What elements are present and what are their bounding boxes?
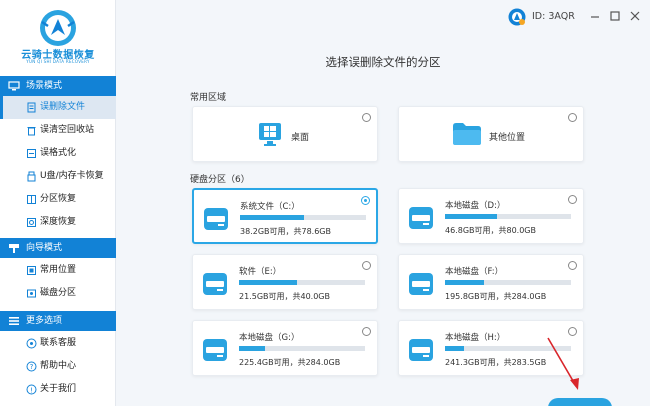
hard-drive-icon [203, 339, 227, 361]
radio-drive-e[interactable] [362, 261, 371, 270]
logo-subtitle: YUN QI SHI DATA RECOVERY [26, 59, 90, 64]
headset-icon [26, 338, 37, 349]
partition-icon [27, 195, 36, 204]
section-scene-mode: 场景模式 [0, 76, 116, 96]
nav-deleted-files[interactable]: 误删除文件 [0, 96, 116, 119]
location-card-other[interactable]: 其他位置 [398, 106, 584, 162]
user-avatar-icon [508, 8, 526, 26]
radio-drive-c[interactable] [361, 196, 370, 205]
disk-section-label: 硬盘分区（6） [190, 175, 250, 185]
folder-icon [453, 123, 481, 145]
drive-name: 本地磁盘（H:） [445, 333, 506, 343]
info-icon: ! [26, 384, 37, 395]
sidebar: 云骑士数据恢复 YUN QI SHI DATA RECOVERY 场景模式 误删… [0, 0, 116, 406]
drive-card-c[interactable]: 系统文件（C:） 38.2GB可用，共78.6GB [192, 188, 378, 244]
file-icon [27, 102, 36, 113]
svg-text:!: ! [30, 386, 33, 394]
format-icon [27, 149, 36, 158]
usage-fill [240, 215, 305, 220]
hard-drive-icon [409, 339, 433, 361]
location-label-other: 其他位置 [489, 133, 526, 143]
usage-bar [445, 280, 571, 285]
usage-fill [445, 280, 485, 285]
usage-bar [445, 214, 571, 219]
maximize-icon[interactable] [608, 9, 622, 23]
usage-fill [445, 346, 464, 351]
section-more-options: 更多选项 [0, 311, 116, 331]
annotation-arrow-icon [547, 337, 579, 390]
radio-desktop[interactable] [362, 113, 371, 122]
disk-icon [27, 289, 36, 298]
nav-common-locations[interactable]: 常用位置 [0, 259, 116, 282]
usage-fill [239, 280, 297, 285]
knight-logo-icon [40, 10, 76, 46]
hard-drive-icon [409, 207, 433, 229]
drive-name: 本地磁盘（G:） [239, 333, 300, 343]
hard-drive-icon [409, 273, 433, 295]
minimize-icon[interactable] [588, 9, 602, 23]
drive-name: 本地磁盘（F:） [445, 267, 504, 277]
location-card-desktop[interactable]: 桌面 [192, 106, 378, 162]
app-window: 云骑士数据恢复 YUN QI SHI DATA RECOVERY 场景模式 误删… [0, 0, 650, 406]
nav-deep-recovery[interactable]: 深度恢复 [0, 211, 116, 234]
nav-usb-card[interactable]: U盘/内存卡恢复 [0, 165, 116, 188]
hard-drive-icon [204, 208, 228, 230]
drive-size: 195.8GB可用，共284.0GB [445, 292, 547, 301]
menu-icon [9, 317, 19, 325]
usage-fill [445, 214, 497, 219]
usage-bar [239, 346, 365, 351]
help-icon: ? [26, 361, 37, 372]
windows-desktop-icon [259, 123, 281, 146]
drive-card-g[interactable]: 本地磁盘（G:） 225.4GB可用，共284.0GB [192, 320, 378, 376]
start-recovery-button[interactable] [548, 398, 612, 406]
nav-contact-support[interactable]: 联系客服 [0, 332, 116, 355]
signpost-icon [9, 244, 19, 253]
usb-icon [27, 171, 36, 182]
deep-scan-icon [27, 218, 36, 227]
usage-fill [239, 346, 266, 351]
logo: 云骑士数据恢复 YUN QI SHI DATA RECOVERY [0, 0, 116, 72]
nav-about-us[interactable]: ! 关于我们 [0, 378, 116, 401]
drive-card-e[interactable]: 软件（E:） 21.5GB可用，共40.0GB [192, 254, 378, 310]
drive-card-f[interactable]: 本地磁盘（F:） 195.8GB可用，共284.0GB [398, 254, 584, 310]
radio-drive-d[interactable] [568, 195, 577, 204]
radio-drive-h[interactable] [568, 327, 577, 336]
usage-bar [240, 215, 366, 220]
section-wizard-mode: 向导模式 [0, 238, 116, 258]
drive-name: 软件（E:） [239, 267, 282, 277]
nav-partition-recovery[interactable]: 分区恢复 [0, 188, 116, 211]
nav-disk-partition[interactable]: 磁盘分区 [0, 282, 116, 305]
page-title: 选择误删除文件的分区 [325, 55, 441, 69]
radio-other[interactable] [568, 113, 577, 122]
radio-drive-g[interactable] [362, 327, 371, 336]
drive-card-d[interactable]: 本地磁盘（D:） 46.8GB可用，共80.0GB [398, 188, 584, 244]
location-icon [27, 266, 36, 275]
svg-text:?: ? [30, 363, 34, 371]
hard-drive-icon [203, 273, 227, 295]
drive-size: 225.4GB可用，共284.0GB [239, 358, 341, 367]
common-area-label: 常用区域 [190, 93, 227, 103]
drive-name: 本地磁盘（D:） [445, 201, 506, 211]
drive-size: 21.5GB可用，共40.0GB [239, 292, 330, 301]
recycle-bin-icon [27, 127, 36, 136]
drive-size: 46.8GB可用，共80.0GB [445, 226, 536, 235]
main-panel: ID: 3AQR 选择误删除文件的分区 常用区域 桌面 其他位置 硬盘分区（6）… [116, 0, 650, 406]
drive-size: 241.3GB可用，共283.5GB [445, 358, 547, 367]
radio-drive-f[interactable] [568, 261, 577, 270]
location-label-desktop: 桌面 [291, 133, 310, 143]
drive-name: 系统文件（C:） [240, 202, 300, 212]
close-icon[interactable] [628, 9, 642, 23]
drive-size: 38.2GB可用，共78.6GB [240, 227, 331, 236]
monitor-icon [8, 81, 20, 91]
nav-recycle-bin[interactable]: 误清空回收站 [0, 119, 116, 142]
nav-help-center[interactable]: ? 帮助中心 [0, 355, 116, 378]
usage-bar [239, 280, 365, 285]
nav-format[interactable]: 误格式化 [0, 142, 116, 165]
